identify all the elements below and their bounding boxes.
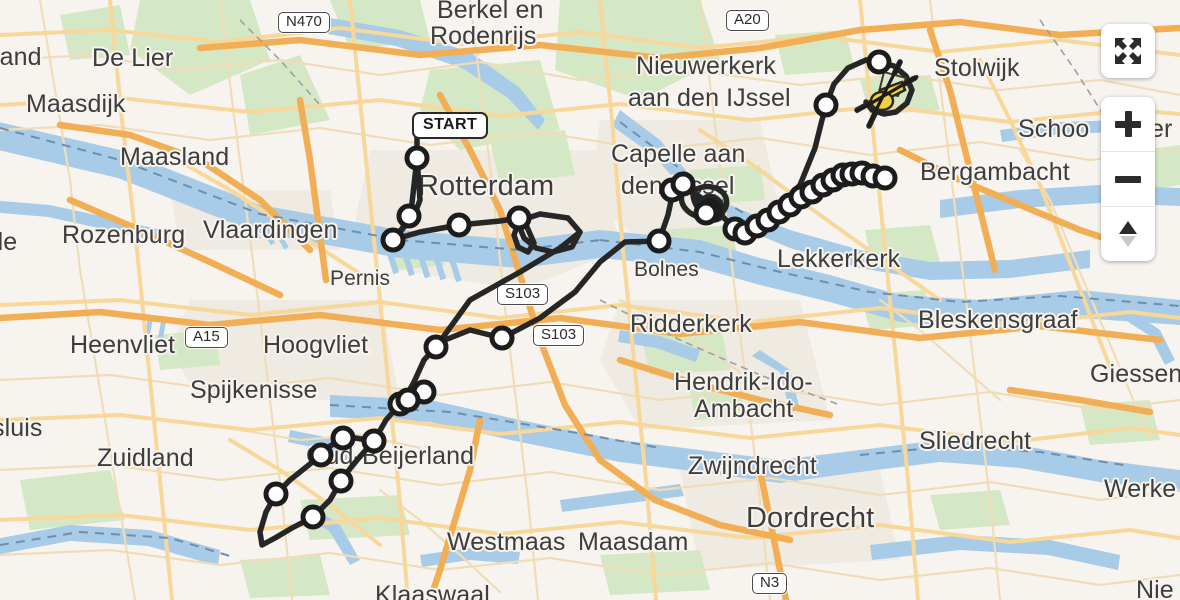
track-waypoint-node[interactable]: [670, 171, 696, 197]
track-waypoint-node[interactable]: [328, 468, 354, 494]
track-waypoint-node[interactable]: [330, 425, 356, 451]
track-waypoint-node[interactable]: [813, 92, 839, 118]
track-waypoint-node[interactable]: [361, 428, 387, 454]
track-waypoint-node[interactable]: [646, 228, 672, 254]
track-waypoint-node[interactable]: [489, 325, 515, 351]
flight-track-map-app: De LierlandBerkel enRodenrijsNieuwerkerk…: [0, 0, 1180, 600]
minus-icon: [1115, 175, 1141, 183]
fullscreen-button[interactable]: [1101, 24, 1155, 78]
track-waypoint-node[interactable]: [404, 145, 430, 171]
fullscreen-expand-icon: [1115, 38, 1141, 64]
track-waypoint-node[interactable]: [395, 387, 421, 413]
track-waypoint-node[interactable]: [300, 504, 326, 530]
track-waypoint-node[interactable]: [693, 200, 719, 226]
map-canvas[interactable]: De LierlandBerkel enRodenrijsNieuwerkerk…: [0, 0, 1180, 600]
track-waypoint-node[interactable]: [866, 49, 892, 75]
start-marker-label: START: [412, 112, 489, 139]
compass-button[interactable]: [1101, 207, 1155, 261]
track-waypoint-node[interactable]: [380, 227, 406, 253]
track-waypoint-node[interactable]: [396, 203, 422, 229]
track-polyline: [257, 57, 918, 548]
track-waypoint-node[interactable]: [423, 334, 449, 360]
plus-icon: [1115, 111, 1141, 137]
track-waypoint-node[interactable]: [872, 165, 898, 191]
track-waypoint-node[interactable]: [506, 205, 532, 231]
track-waypoint-node[interactable]: [308, 442, 334, 468]
track-waypoint-node[interactable]: [446, 212, 472, 238]
track-waypoint-node[interactable]: [263, 481, 289, 507]
map-zoom-controls[interactable]: [1101, 97, 1155, 261]
zoom-in-button[interactable]: [1101, 97, 1155, 152]
zoom-out-button[interactable]: [1101, 152, 1155, 207]
flight-track-layer: [257, 49, 919, 548]
compass-north-arrow-icon: [1119, 221, 1137, 247]
